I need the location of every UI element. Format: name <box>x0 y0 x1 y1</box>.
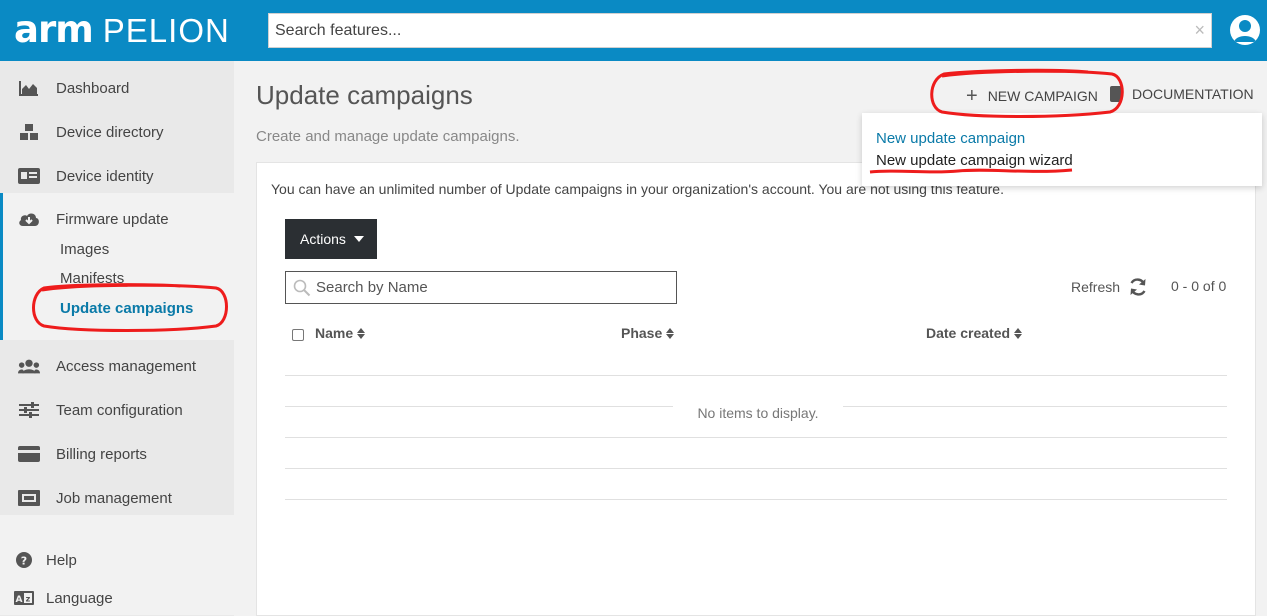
cubes-icon <box>18 122 40 142</box>
name-search-input[interactable] <box>316 272 672 303</box>
id-card-icon <box>18 166 40 186</box>
sidebar-label-job-management: Job management <box>56 489 172 507</box>
new-update-campaign-option[interactable]: New update campaign <box>876 130 1025 147</box>
select-all-checkbox[interactable] <box>292 329 304 341</box>
clear-search-icon[interactable]: × <box>1194 20 1205 40</box>
actions-dropdown-button[interactable]: Actions <box>285 219 377 259</box>
empty-table-message: No items to display. <box>673 401 843 425</box>
sidebar-item-device-directory[interactable]: Device directory <box>0 110 234 154</box>
sort-icon <box>1014 327 1023 339</box>
new-campaign-dropdown: New update campaign New update campaign … <box>862 113 1262 186</box>
sidebar-subitem-update-campaigns[interactable]: Update campaigns <box>60 300 193 317</box>
column-header-phase[interactable]: Phase <box>621 325 675 341</box>
credit-card-icon <box>18 444 40 464</box>
campaigns-card: You can have an unlimited number of Upda… <box>256 162 1256 616</box>
table-header: Name Phase Date created <box>285 321 1227 361</box>
top-actions: + NEW CAMPAIGN <box>960 86 1104 106</box>
arm-pelion-logo[interactable]: arm PELION <box>14 10 230 50</box>
new-update-campaign-wizard-option[interactable]: New update campaign wizard <box>876 152 1073 169</box>
sidebar-item-job-management[interactable]: Job management <box>0 476 234 520</box>
logo-arm-text: arm <box>14 8 94 51</box>
refresh-icon <box>1130 278 1146 296</box>
sidebar-item-firmware-update[interactable]: Firmware update <box>0 197 234 241</box>
table-row-divider <box>285 468 1227 469</box>
sidebar-label-language: Language <box>46 589 113 607</box>
feature-search-box: × <box>268 13 1212 48</box>
top-header: arm PELION × <box>0 0 1267 61</box>
sort-icon <box>666 327 675 339</box>
logo-pelion-text: PELION <box>102 12 230 49</box>
table-row-divider <box>285 499 1227 500</box>
documentation-link[interactable]: DOCUMENTATION <box>1110 86 1254 102</box>
table-row-divider <box>285 437 1227 438</box>
sidebar-item-team-configuration[interactable]: Team configuration <box>0 388 234 432</box>
book-icon <box>1110 86 1122 102</box>
firmware-update-section: Firmware update Images Manifests Update … <box>0 193 234 340</box>
sidebar-label-dashboard: Dashboard <box>56 79 130 97</box>
sliders-icon <box>18 400 40 420</box>
column-name-label: Name <box>315 325 354 341</box>
search-icon <box>293 279 311 302</box>
new-campaign-button[interactable]: + NEW CAMPAIGN <box>960 86 1104 106</box>
svg-text:?: ? <box>21 555 27 568</box>
sidebar-item-access-management[interactable]: Access management <box>0 344 234 388</box>
plus-icon: + <box>966 85 978 107</box>
documentation-label: DOCUMENTATION <box>1132 86 1254 102</box>
sidebar-item-language[interactable]: Az Language <box>0 580 234 616</box>
cloud-download-icon <box>18 209 40 229</box>
name-search-box <box>285 271 677 304</box>
column-header-name[interactable]: Name <box>315 325 366 341</box>
page-subtitle: Create and manage update campaigns. <box>256 128 520 145</box>
svg-text:z: z <box>26 595 31 604</box>
area-chart-icon <box>18 78 40 98</box>
users-icon <box>18 356 40 376</box>
user-avatar-icon[interactable] <box>1230 15 1260 45</box>
feature-search-input[interactable] <box>269 14 1169 47</box>
sidebar-item-dashboard[interactable]: Dashboard <box>0 66 234 110</box>
sidebar-item-billing-reports[interactable]: Billing reports <box>0 432 234 476</box>
sidebar-subitem-manifests[interactable]: Manifests <box>60 270 124 287</box>
sidebar-subitem-images[interactable]: Images <box>60 241 109 258</box>
table-row-divider <box>285 375 1227 376</box>
page-title: Update campaigns <box>256 80 473 110</box>
sidebar-label-access-management: Access management <box>56 357 197 375</box>
column-date-label: Date created <box>926 325 1011 341</box>
refresh-label: Refresh <box>1071 279 1121 295</box>
sidebar-item-device-identity[interactable]: Device identity <box>0 154 234 198</box>
question-circle-icon: ? <box>14 550 34 570</box>
sidebar-label-firmware-update: Firmware update <box>56 210 169 228</box>
language-icon: Az <box>14 588 34 608</box>
column-phase-label: Phase <box>621 325 663 341</box>
sidebar-label-device-directory: Device directory <box>56 123 164 141</box>
sidebar-label-device-identity: Device identity <box>56 167 154 185</box>
sidebar-label-help: Help <box>46 551 77 569</box>
sidebar-item-help[interactable]: ? Help <box>0 542 234 578</box>
column-header-date-created[interactable]: Date created <box>926 325 1023 341</box>
sort-icon <box>357 327 366 339</box>
refresh-button[interactable]: Refresh <box>1071 277 1148 297</box>
caret-down-icon <box>353 236 364 242</box>
sidebar-label-team-configuration: Team configuration <box>56 401 183 419</box>
svg-text:A: A <box>16 595 23 605</box>
sidebar-label-billing-reports: Billing reports <box>56 445 147 463</box>
pagination-info: 0 - 0 of 0 <box>1171 278 1227 294</box>
ticket-icon <box>18 488 40 508</box>
sidebar: Dashboard Device directory Device identi… <box>0 61 234 616</box>
new-campaign-label: NEW CAMPAIGN <box>987 88 1098 104</box>
actions-label: Actions <box>300 231 346 247</box>
